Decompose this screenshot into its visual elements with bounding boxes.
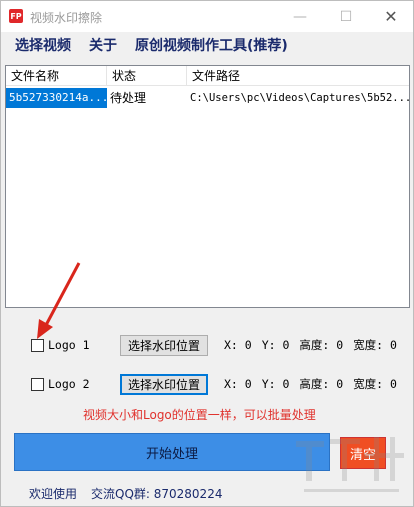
app-icon: FP <box>9 9 23 23</box>
menu-bar: 选择视频 关于 原创视频制作工具(推荐) <box>1 32 413 60</box>
file-list-header: 文件名称 状态 文件路径 <box>6 66 409 86</box>
logo1-select-position-button[interactable]: 选择水印位置 <box>120 334 208 356</box>
logo2-row: Logo 2 选择水印位置 X: 0 Y: 0 高度: 0 宽度: 0 <box>31 373 407 395</box>
logo1-row: Logo 1 选择水印位置 X: 0 Y: 0 高度: 0 宽度: 0 <box>31 334 407 356</box>
row-file-path: C:\Users\pc\Videos\Captures\5b52... <box>190 92 409 104</box>
row-file-name: 5b527330214a... <box>6 88 107 108</box>
logo1-x: X: 0 <box>224 338 252 352</box>
logo1-y: Y: 0 <box>261 338 290 352</box>
close-button[interactable]: ✕ <box>368 1 414 32</box>
column-header-name[interactable]: 文件名称 <box>6 66 107 86</box>
site-watermark-logo <box>296 437 404 492</box>
logo1-width: 宽度: 0 <box>353 338 397 352</box>
column-header-status[interactable]: 状态 <box>107 66 187 86</box>
maximize-button[interactable]: ☐ <box>323 1 369 32</box>
start-processing-button[interactable]: 开始处理 <box>14 433 330 471</box>
batch-hint-text: 视频大小和Logo的位置一样，可以批量处理 <box>83 408 316 422</box>
column-header-path[interactable]: 文件路径 <box>187 66 409 86</box>
logo1-coords: X: 0 Y: 0 高度: 0 宽度: 0 <box>224 337 407 353</box>
logo2-x: X: 0 <box>224 377 252 391</box>
table-row[interactable]: 5b527330214a... 待处理 C:\Users\pc\Videos\C… <box>6 88 409 108</box>
logo2-height: 高度: 0 <box>299 377 344 391</box>
menu-about[interactable]: 关于 <box>80 32 126 60</box>
red-arrow-annotation <box>37 262 81 339</box>
minimize-button[interactable]: — <box>277 1 323 32</box>
row-status: 待处理 <box>110 91 147 105</box>
footer-qq-group: 交流QQ群: 870280224 <box>91 487 223 501</box>
logo1-label: Logo 1 <box>48 338 90 352</box>
app-window: FP 视频水印擦除 — ☐ ✕ 选择视频 关于 原创视频制作工具(推荐) 文件名… <box>0 0 414 507</box>
logo1-height: 高度: 0 <box>299 338 344 352</box>
logo2-checkbox[interactable] <box>31 377 44 391</box>
menu-select-video[interactable]: 选择视频 <box>1 32 80 60</box>
window-title: 视频水印擦除 <box>30 11 103 25</box>
logo2-label: Logo 2 <box>48 377 90 391</box>
menu-original-video-tool[interactable]: 原创视频制作工具(推荐) <box>126 32 297 60</box>
footer-welcome: 欢迎使用 <box>29 487 78 501</box>
logo2-coords: X: 0 Y: 0 高度: 0 宽度: 0 <box>224 376 407 392</box>
logo1-checkbox[interactable] <box>31 338 44 352</box>
logo2-width: 宽度: 0 <box>353 377 397 391</box>
title-bar[interactable]: FP 视频水印擦除 — ☐ ✕ <box>1 1 413 32</box>
logo2-select-position-button[interactable]: 选择水印位置 <box>120 373 208 395</box>
logo2-y: Y: 0 <box>261 377 290 391</box>
